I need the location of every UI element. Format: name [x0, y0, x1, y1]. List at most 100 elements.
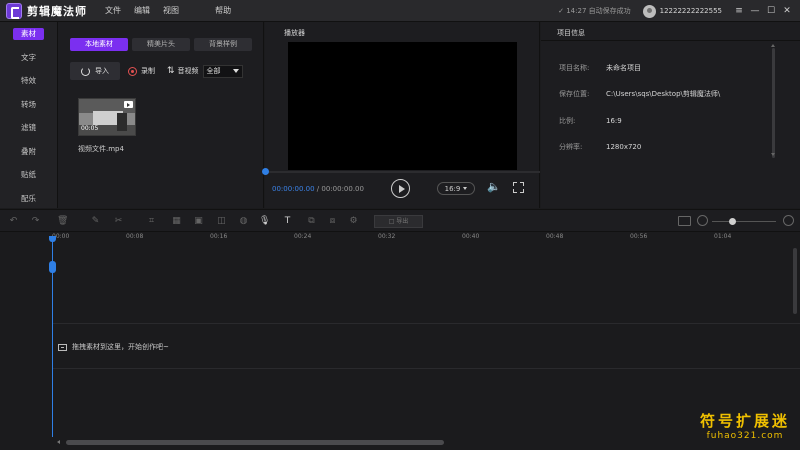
tick-label: 00:16 [210, 233, 228, 240]
cut-icon[interactable]: ✂ [113, 216, 124, 227]
speed-icon[interactable]: ◫ [216, 216, 227, 227]
title-bar: 剪辑魔法师 文件 编辑 视图 帮助 ✓ 14:27 自动保存成功 1222222… [0, 0, 800, 22]
project-info-title: 项目信息 [557, 29, 585, 37]
menu-help[interactable]: 帮助 [215, 5, 231, 16]
info-scrollbar[interactable] [772, 48, 775, 158]
nav-item-text[interactable]: 文字 [0, 46, 57, 70]
zoom-slider-knob[interactable] [729, 218, 736, 225]
video-thumbnail[interactable]: 00:05 [78, 98, 136, 136]
menu-view[interactable]: 视图 [163, 5, 179, 16]
timeline-vertical-scrollbar[interactable] [793, 248, 797, 314]
export-button[interactable]: □ 导出 [374, 215, 423, 228]
player-progress-knob[interactable] [262, 168, 269, 175]
timeline-ruler[interactable] [52, 232, 800, 242]
fullscreen-icon[interactable] [513, 182, 524, 193]
volume-icon[interactable]: 🔈 [487, 180, 501, 193]
record-icon [128, 66, 137, 76]
nav-item-effects[interactable]: 特效 [0, 69, 57, 93]
timeline-horizontal-scrollbar[interactable] [66, 440, 444, 445]
nav-item-sticker[interactable]: 贴纸 [0, 163, 57, 187]
maximize-button[interactable]: ☐ [764, 6, 778, 16]
scroll-up-icon[interactable] [771, 44, 775, 47]
menu-icon[interactable]: ≡ [732, 6, 746, 16]
player-title: 播放器 [284, 29, 305, 37]
player-time: 00:00:00.00 / 00:00:00.00 [272, 185, 364, 193]
menu-edit[interactable]: 编辑 [134, 5, 150, 16]
left-nav: 素材 文字 特效 转场 滤镜 叠附 贴纸 配乐 [0, 22, 58, 208]
playhead-knob[interactable] [49, 261, 56, 273]
autosave-status: ✓ 14:27 自动保存成功 [558, 7, 631, 15]
info-row-resolution: 分辨率: 1280x720 [559, 143, 642, 151]
watermark: 符号扩展迷 fuhao321.com [700, 410, 790, 441]
text-tool-icon[interactable]: T [282, 216, 293, 227]
microphone-icon[interactable]: 🎙 [259, 216, 270, 227]
tick-label: 00:56 [630, 233, 648, 240]
chevron-down-icon [463, 187, 468, 190]
mosaic-icon[interactable]: ▦ [171, 216, 182, 227]
track-divider [52, 323, 800, 324]
tab-local-material[interactable]: 本地素材 [70, 38, 128, 51]
zoom-in-icon[interactable] [783, 215, 794, 226]
total-time: 00:00:00.00 [321, 185, 364, 193]
file-name: 视频文件.mp4 [78, 145, 124, 153]
record-button[interactable]: 录制 [128, 66, 155, 76]
app-logo: 剪辑魔法师 [6, 2, 87, 19]
copy-icon[interactable]: ⧉ [306, 216, 317, 227]
track-divider [52, 368, 800, 369]
nav-item-music[interactable]: 配乐 [0, 187, 57, 211]
aspect-ratio-select[interactable]: 16:9 [437, 182, 475, 195]
tick-label: 00:48 [546, 233, 564, 240]
nav-item-overlay[interactable]: 叠附 [0, 140, 57, 164]
menu-disabled [192, 5, 202, 16]
material-subtabs: 本地素材 精美片头 背景样例 [70, 38, 256, 51]
nav-item-material[interactable]: 素材 [0, 22, 57, 46]
scroll-left-icon[interactable] [57, 440, 60, 444]
tab-intro[interactable]: 精美片头 [132, 38, 190, 51]
watermark-cn: 符号扩展迷 [700, 412, 791, 430]
nav-item-filter[interactable]: 滤镜 [0, 116, 57, 140]
close-button[interactable]: ✕ [780, 6, 794, 16]
project-info-panel: 项目信息 项目名称: 未命名项目 保存位置: C:\Users\sqs\Deskto… [541, 22, 800, 208]
track-headers [0, 243, 52, 441]
undo-icon[interactable]: ↶ [8, 216, 19, 227]
nav-item-transition[interactable]: 转场 [0, 93, 57, 117]
app-title: 剪辑魔法师 [27, 4, 87, 18]
player-progress-track[interactable] [265, 171, 540, 173]
menu-file[interactable]: 文件 [105, 5, 121, 16]
drop-hint: 拖拽素材到这里，开始创作吧~ [58, 342, 169, 352]
fit-screen-icon[interactable] [678, 216, 691, 226]
split-screen-icon[interactable]: ⧈ [327, 216, 338, 227]
current-time: 00:00:00.00 [272, 185, 315, 193]
drop-hint-icon [58, 343, 67, 351]
freeze-icon[interactable]: ◍ [238, 216, 249, 227]
audio-video-toggle[interactable]: ⇅ 音视频 [167, 66, 199, 76]
minimize-button[interactable]: — [748, 6, 762, 16]
filter-select[interactable]: 全部 [202, 64, 243, 78]
timeline-toolbar: ↶ ↷ 🗑 ✎ ✂ ⌗ ▦ ▣ ◫ ◍ 🎙 T ⧉ ⧈ ⚙ □ 导出 [0, 209, 800, 232]
playhead-head[interactable] [49, 236, 56, 242]
zoom-out-icon[interactable] [697, 215, 708, 226]
refresh-icon [81, 66, 90, 76]
crop-icon[interactable]: ⌗ [146, 216, 157, 227]
info-row-location: 保存位置: C:\Users\sqs\Desktop\剪辑魔法师\ [559, 90, 721, 98]
tick-label: 00:08 [126, 233, 144, 240]
user-name[interactable]: 12222222222555 [660, 7, 722, 15]
thumb-duration: 00:05 [81, 125, 99, 132]
delete-icon[interactable]: 🗑 [57, 216, 68, 227]
play-button[interactable] [391, 179, 410, 198]
import-button[interactable]: 导入 [70, 62, 120, 80]
zoom-slider-track[interactable] [712, 221, 776, 222]
edit-icon[interactable]: ✎ [90, 216, 101, 227]
watermark-en: fuhao321.com [706, 431, 784, 441]
user-avatar[interactable] [642, 4, 656, 18]
tab-background[interactable]: 背景样例 [194, 38, 252, 51]
redo-icon[interactable]: ↷ [30, 216, 41, 227]
material-panel: 本地素材 精美片头 背景样例 导入 录制 ⇅ 音视频 全部 00:05 视频文件… [58, 22, 264, 208]
title-right: ✓ 14:27 自动保存成功 12222222222555 ≡ — ☐ ✕ [558, 0, 794, 22]
info-row-name: 项目名称: 未命名项目 [559, 64, 641, 72]
scroll-down-icon[interactable] [771, 153, 775, 156]
settings-icon[interactable]: ⚙ [348, 216, 359, 227]
preview-screen[interactable] [288, 42, 517, 170]
image-icon[interactable]: ▣ [193, 216, 204, 227]
chevron-down-icon [232, 69, 239, 73]
